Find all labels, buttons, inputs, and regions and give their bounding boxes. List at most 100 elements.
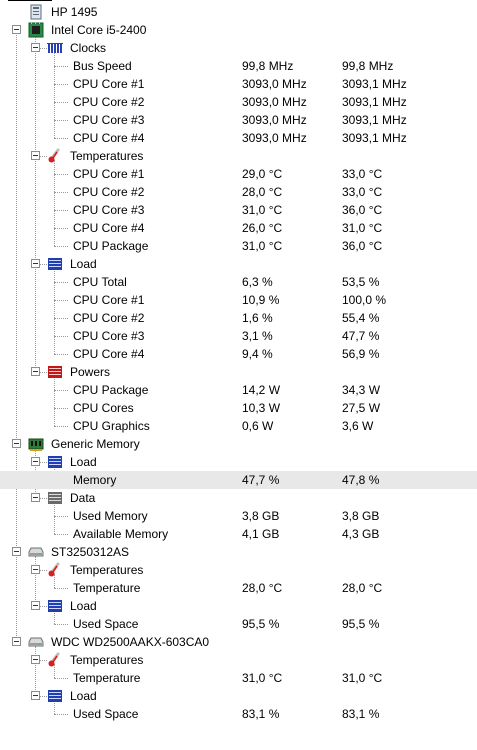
node-label: Load <box>70 689 97 703</box>
collapse-toggle-icon[interactable] <box>12 25 21 34</box>
sensor-row-cpu-core-3[interactable]: CPU Core #3 3093,0 MHz 3093,1 MHz <box>0 111 477 129</box>
collapse-toggle-icon[interactable] <box>31 565 40 574</box>
tree-node-data[interactable]: Data <box>0 489 477 507</box>
sensor-row-cpu-core-1[interactable]: CPU Core #1 3093,0 MHz 3093,1 MHz <box>0 75 477 93</box>
tree-node-load[interactable]: Load <box>0 687 477 705</box>
sensor-label: CPU Core #4 <box>73 221 145 235</box>
tree-node-wdc-wd2500aakx-603ca0[interactable]: WDC WD2500AAKX-603CA0 <box>0 633 477 651</box>
sensor-row-memory[interactable]: Memory 47,7 % 47,8 % <box>0 471 477 489</box>
sensor-label: Memory <box>73 473 117 487</box>
tree-node-load[interactable]: Load <box>0 255 477 273</box>
sensor-row-used-space[interactable]: Used Space 83,1 % 83,1 % <box>0 705 477 723</box>
thermometer-icon <box>47 562 63 578</box>
sensor-row-cpu-core-1[interactable]: CPU Core #1 29,0 °C 33,0 °C <box>0 165 477 183</box>
sensor-value: 3,8 GB <box>242 509 280 523</box>
tree-node-temperatures[interactable]: Temperatures <box>0 651 477 669</box>
collapse-toggle-icon[interactable] <box>31 655 40 664</box>
sensor-row-used-space[interactable]: Used Space 95,5 % 95,5 % <box>0 615 477 633</box>
sensor-row-cpu-core-4[interactable]: CPU Core #4 9,4 % 56,9 % <box>0 345 477 363</box>
collapse-toggle-icon[interactable] <box>31 493 40 502</box>
sensor-max-value: 27,5 W <box>342 401 381 415</box>
sensor-tree: HP 1495 Intel Core i5-2400 Clocks Bus Speed… <box>0 0 477 750</box>
node-label: HP 1495 <box>51 5 98 19</box>
sensor-label: CPU Cores <box>73 401 134 415</box>
tree-node-load[interactable]: Load <box>0 597 477 615</box>
tree-node-st3250312as[interactable]: ST3250312AS <box>0 543 477 561</box>
load-icon <box>47 454 63 470</box>
tree-node-generic-memory[interactable]: Generic Memory <box>0 435 477 453</box>
sensor-row-cpu-core-3[interactable]: CPU Core #3 3,1 % 47,7 % <box>0 327 477 345</box>
sensor-value: 3093,0 MHz <box>242 77 307 91</box>
sensor-row-cpu-graphics[interactable]: CPU Graphics 0,6 W 3,6 W <box>0 417 477 435</box>
sensor-value: 3093,0 MHz <box>242 113 307 127</box>
sensor-value: 28,0 °C <box>242 581 283 595</box>
sensor-row-available-memory[interactable]: Available Memory 4,1 GB 4,3 GB <box>0 525 477 543</box>
sensor-row-cpu-core-4[interactable]: CPU Core #4 3093,0 MHz 3093,1 MHz <box>0 129 477 147</box>
hdd-icon <box>28 634 44 650</box>
collapse-toggle-icon[interactable] <box>31 457 40 466</box>
sensor-label: Bus Speed <box>73 59 132 73</box>
collapse-toggle-icon[interactable] <box>31 601 40 610</box>
sensor-max-value: 47,8 % <box>342 473 380 487</box>
sensor-label: CPU Core #1 <box>73 293 145 307</box>
collapse-toggle-icon[interactable] <box>31 691 40 700</box>
sensor-row-cpu-core-1[interactable]: CPU Core #1 10,9 % 100,0 % <box>0 291 477 309</box>
sensor-row-cpu-core-2[interactable]: CPU Core #2 28,0 °C 33,0 °C <box>0 183 477 201</box>
sensor-row-cpu-core-4[interactable]: CPU Core #4 26,0 °C 31,0 °C <box>0 219 477 237</box>
tree-node-load[interactable]: Load <box>0 453 477 471</box>
sensor-max-value: 36,0 °C <box>342 203 383 217</box>
sensor-max-value: 3093,1 MHz <box>342 95 407 109</box>
tree-node-powers[interactable]: Powers <box>0 363 477 381</box>
sensor-row-cpu-package[interactable]: CPU Package 31,0 °C 36,0 °C <box>0 237 477 255</box>
collapse-toggle-icon[interactable] <box>31 259 40 268</box>
sensor-label: CPU Graphics <box>73 419 150 433</box>
tree-node-hp-1495[interactable]: HP 1495 <box>0 3 477 21</box>
sensor-value: 9,4 % <box>242 347 273 361</box>
node-label: ST3250312AS <box>51 545 130 559</box>
tree-node-intel-core-i5-2400[interactable]: Intel Core i5-2400 <box>0 21 477 39</box>
sensor-label: CPU Core #2 <box>73 95 145 109</box>
collapse-toggle-icon[interactable] <box>31 43 40 52</box>
power-icon <box>47 364 63 380</box>
sensor-row-cpu-package[interactable]: CPU Package 14,2 W 34,3 W <box>0 381 477 399</box>
load-icon <box>47 598 63 614</box>
node-label: WDC WD2500AAKX-603CA0 <box>51 635 210 649</box>
sensor-label: CPU Package <box>73 383 149 397</box>
collapse-toggle-icon[interactable] <box>31 151 40 160</box>
collapse-toggle-icon[interactable] <box>31 367 40 376</box>
tree-node-temperatures[interactable]: Temperatures <box>0 147 477 165</box>
collapse-toggle-icon[interactable] <box>12 547 21 556</box>
sensor-value: 14,2 W <box>242 383 281 397</box>
tree-node-clocks[interactable]: Clocks <box>0 39 477 57</box>
sensor-label: Temperature <box>73 671 141 685</box>
sensor-row-cpu-total[interactable]: CPU Total 6,3 % 53,5 % <box>0 273 477 291</box>
tree-node-temperatures[interactable]: Temperatures <box>0 561 477 579</box>
node-label: Powers <box>70 365 111 379</box>
sensor-value: 95,5 % <box>242 617 280 631</box>
collapse-toggle-icon[interactable] <box>12 439 21 448</box>
sensor-label: Used Memory <box>73 509 148 523</box>
sensor-label: Temperature <box>73 581 141 595</box>
node-label: Load <box>70 455 97 469</box>
sensor-label: CPU Core #3 <box>73 113 145 127</box>
cpu-icon <box>28 22 44 38</box>
sensor-row-bus-speed[interactable]: Bus Speed 99,8 MHz 99,8 MHz <box>0 57 477 75</box>
sensor-label: CPU Core #3 <box>73 203 145 217</box>
sensor-max-value: 55,4 % <box>342 311 380 325</box>
sensor-row-temperature[interactable]: Temperature 28,0 °C 28,0 °C <box>0 579 477 597</box>
sensor-row-cpu-cores[interactable]: CPU Cores 10,3 W 27,5 W <box>0 399 477 417</box>
sensor-value: 28,0 °C <box>242 185 283 199</box>
thermometer-icon <box>47 652 63 668</box>
sensor-row-used-memory[interactable]: Used Memory 3,8 GB 3,8 GB <box>0 507 477 525</box>
sensor-max-value: 95,5 % <box>342 617 380 631</box>
sensor-label: CPU Core #2 <box>73 311 145 325</box>
sensor-row-cpu-core-3[interactable]: CPU Core #3 31,0 °C 36,0 °C <box>0 201 477 219</box>
sensor-row-cpu-core-2[interactable]: CPU Core #2 1,6 % 55,4 % <box>0 309 477 327</box>
sensor-max-value: 83,1 % <box>342 707 380 721</box>
sensor-value: 31,0 °C <box>242 239 283 253</box>
sensor-max-value: 53,5 % <box>342 275 380 289</box>
collapse-toggle-icon[interactable] <box>12 637 21 646</box>
load-icon <box>47 256 63 272</box>
sensor-row-temperature[interactable]: Temperature 31,0 °C 31,0 °C <box>0 669 477 687</box>
sensor-row-cpu-core-2[interactable]: CPU Core #2 3093,0 MHz 3093,1 MHz <box>0 93 477 111</box>
